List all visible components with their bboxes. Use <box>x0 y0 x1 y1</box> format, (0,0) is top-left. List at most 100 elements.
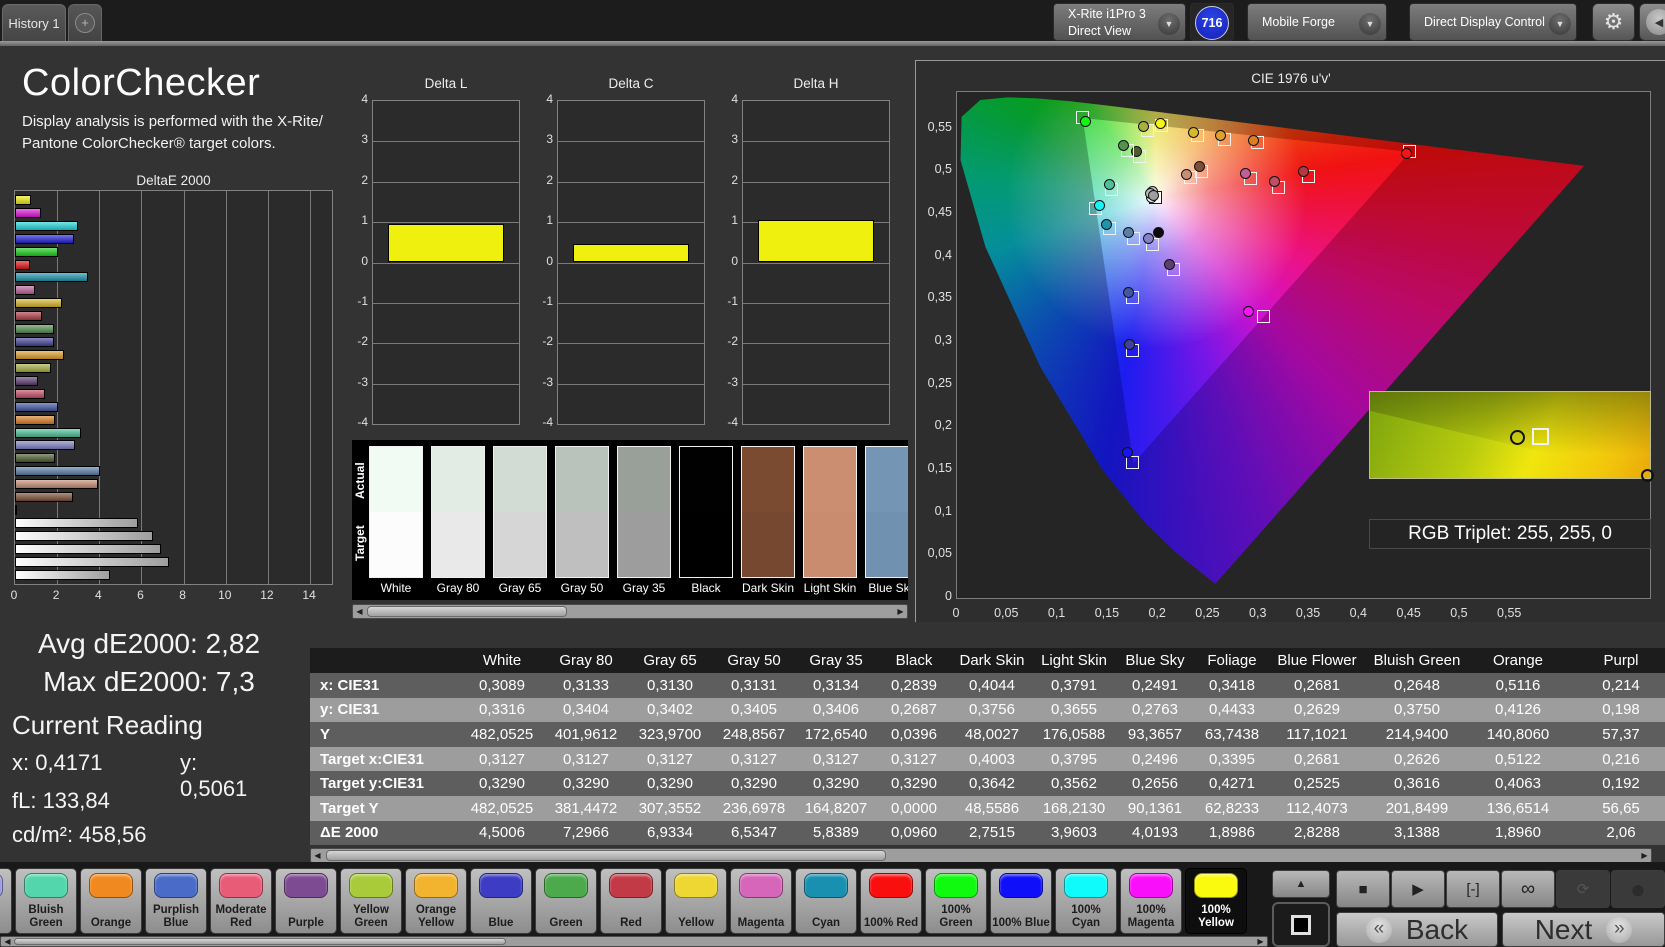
mini-gridline <box>558 182 704 183</box>
source-dropdown[interactable]: Mobile Forge ▼ <box>1247 3 1387 41</box>
meter-dropdown[interactable]: X-Rite i1Pro 3Direct View ▼ <box>1053 3 1186 41</box>
next-button[interactable]: Next » <box>1502 912 1665 947</box>
mini-bar <box>573 244 689 262</box>
patch-button-yellow-green[interactable]: Yellow Green <box>340 868 402 934</box>
patch-button-label: 100% Red <box>861 898 921 933</box>
tab-history-1[interactable]: History 1 <box>2 4 66 41</box>
control-button-refresh[interactable]: ⟳ <box>1556 870 1610 908</box>
table-cell: 0,3642 <box>952 775 1032 792</box>
patch-button-blue-flower[interactable]: Blue Flower <box>0 868 12 934</box>
mini-bar <box>758 220 874 262</box>
mini-chart-delta-l <box>372 100 520 425</box>
pattern-window-button[interactable] <box>1272 902 1330 947</box>
patch-button-100-cyan[interactable]: 100% Cyan <box>1055 868 1117 934</box>
x-readout: x: 0,4171 <box>12 750 103 775</box>
table-cell: 48,5586 <box>952 800 1032 817</box>
control-button-pattern-size[interactable]: [-] <box>1446 870 1500 908</box>
control-button-record[interactable]: ● <box>1611 870 1665 908</box>
measured-marker-100-blue <box>1122 447 1133 458</box>
control-button-loop[interactable]: ∞ <box>1501 870 1555 908</box>
table-cell: 7,2966 <box>544 824 628 841</box>
patch-scrollbar-thumb[interactable] <box>14 938 506 945</box>
mini-gridline <box>743 303 889 304</box>
control-button-play[interactable]: ▶ <box>1391 870 1445 908</box>
swatch-actual <box>804 447 856 512</box>
swatch-target <box>680 512 732 577</box>
patch-color-chip <box>1129 873 1173 898</box>
swatch-actual <box>866 447 908 512</box>
table-cell: 0,3406 <box>796 701 876 718</box>
patch-button-100-magenta[interactable]: 100% Magenta <box>1120 868 1182 934</box>
scroll-left-icon[interactable]: ◀ <box>353 605 366 618</box>
display-control-dropdown[interactable]: Direct Display Control ▼ <box>1409 3 1577 41</box>
table-cell: 323,9700 <box>628 726 712 743</box>
scroll-right-icon[interactable]: ▶ <box>1638 849 1651 862</box>
swatch-actual <box>556 447 608 512</box>
swatch-label: Light Skin <box>803 581 857 595</box>
patch-button-100-yellow[interactable]: 100% Yellow <box>1185 868 1247 934</box>
table-cell: 0,3127 <box>796 751 876 768</box>
mini-chart-title: Delta L <box>362 76 530 91</box>
swatch-actual <box>432 447 484 512</box>
control-button-stop[interactable]: ■ <box>1336 870 1390 908</box>
cie-x-tick-label: 0,1 <box>1040 606 1074 620</box>
collapse-strip-button[interactable]: ▲ <box>1272 870 1330 898</box>
patch-button-purple[interactable]: Purple <box>275 868 337 934</box>
cie-x-tick-label: 0,25 <box>1190 606 1224 620</box>
deltae-bar-purplish-blue <box>15 402 58 412</box>
patch-button-magenta[interactable]: Magenta <box>730 868 792 934</box>
patch-button-cyan[interactable]: Cyan <box>795 868 857 934</box>
collapse-panel-button[interactable]: ◀ <box>1639 3 1665 41</box>
table-cell: 3,9603 <box>1032 824 1116 841</box>
add-tab-button[interactable]: + <box>68 4 102 41</box>
patch-button-orange-yellow[interactable]: Orange Yellow <box>405 868 467 934</box>
mini-y-tick-label: -4 <box>346 415 368 429</box>
patch-color-chip <box>804 873 848 898</box>
table-scrollbar-thumb[interactable] <box>326 850 886 861</box>
patch-button-label: Red <box>601 898 661 933</box>
swatch-gray-50: Gray 50 <box>555 446 609 595</box>
settings-button[interactable]: ⚙ <box>1592 3 1635 41</box>
patch-button-100-green[interactable]: 100% Green <box>925 868 987 934</box>
patch-button-green[interactable]: Green <box>535 868 597 934</box>
swatch-gray-80: Gray 80 <box>431 446 485 595</box>
swatch-target <box>866 512 908 577</box>
mini-gridline <box>558 222 704 223</box>
cie-x-tick-label: 0,4 <box>1341 606 1375 620</box>
patch-button-100-blue[interactable]: 100% Blue <box>990 868 1052 934</box>
scroll-right-icon[interactable]: ▶ <box>1254 937 1267 946</box>
patch-button-bluish-green[interactable]: Bluish Green <box>15 868 77 934</box>
patch-button-purplish-blue[interactable]: Purplish Blue <box>145 868 207 934</box>
measured-marker-green <box>1118 140 1129 151</box>
cie-y-tick-label: 0,35 <box>918 290 952 304</box>
back-button[interactable]: « Back <box>1336 912 1498 947</box>
swatch-scrollbar[interactable]: ◀ ▶ <box>352 604 908 619</box>
mini-y-tick-label: 4 <box>716 92 738 106</box>
patch-color-chip <box>609 873 653 898</box>
table-scrollbar[interactable]: ◀ ▶ <box>310 848 1652 863</box>
patch-button-moderate-red[interactable]: Moderate Red <box>210 868 272 934</box>
meter-label: X-Rite i1Pro 3Direct View <box>1068 6 1155 40</box>
patch-button-100-red[interactable]: 100% Red <box>860 868 922 934</box>
mini-y-tick-label: 0 <box>716 254 738 268</box>
cie-y-tick-label: 0 <box>918 589 952 603</box>
mini-y-tick-label: -2 <box>346 334 368 348</box>
patch-button-yellow[interactable]: Yellow <box>665 868 727 934</box>
mini-y-tick-label: -1 <box>531 294 553 308</box>
patch-button-blue[interactable]: Blue <box>470 868 532 934</box>
swatch-scrollbar-thumb[interactable] <box>367 606 567 617</box>
calibration-app-window: History 1 + X-Rite i1Pro 3Direct View ▼ … <box>0 0 1665 947</box>
scroll-left-icon[interactable]: ◀ <box>311 849 324 862</box>
patch-button-orange[interactable]: Orange <box>80 868 142 934</box>
deltae-bar-blue-flower <box>15 440 75 450</box>
meter-count-badge[interactable]: 716 <box>1195 6 1229 40</box>
scroll-left-icon[interactable]: ◀ <box>1 937 14 946</box>
scroll-right-icon[interactable]: ▶ <box>894 605 907 618</box>
table-cell: 0,3127 <box>876 751 952 768</box>
table-cell: 164,8207 <box>796 800 876 817</box>
patch-button-red[interactable]: Red <box>600 868 662 934</box>
patch-scrollbar[interactable]: ◀ ▶ <box>0 936 1268 947</box>
table-cell: 0,3791 <box>1032 677 1116 694</box>
swatch-actual <box>680 447 732 512</box>
mini-gridline <box>373 263 519 264</box>
